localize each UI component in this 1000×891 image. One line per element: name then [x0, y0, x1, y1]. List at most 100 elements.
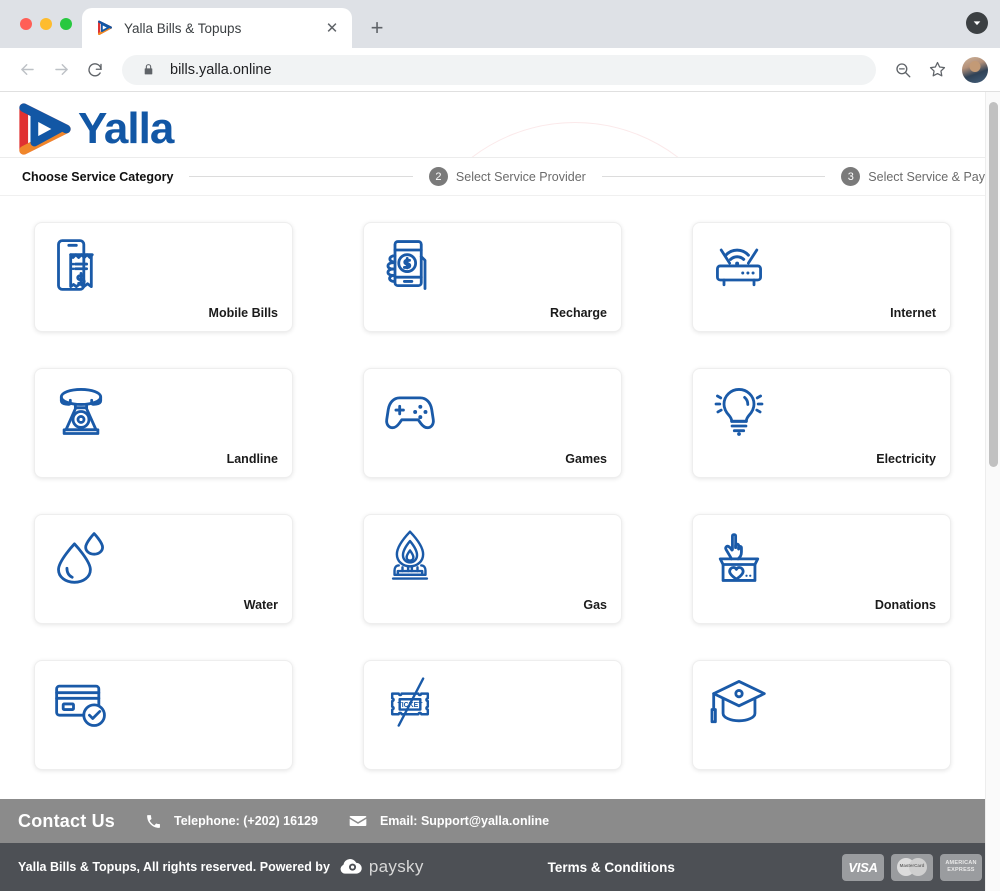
step-2-badge: 2 [428, 167, 448, 186]
donation-box-icon [709, 527, 769, 587]
tab-title: Yalla Bills & Topups [124, 20, 242, 36]
category-card-card-services[interactable] [34, 660, 293, 770]
mastercard-text: MasterCard [899, 863, 925, 868]
gas-flame-icon [380, 527, 440, 587]
logo-text: Yalla [78, 104, 174, 153]
paysky-cloud-icon [340, 858, 362, 874]
category-label: Water [243, 598, 278, 612]
phone-icon [145, 813, 162, 830]
payment-card-logos: VISA MasterCard AMERICAN EXPRESS [842, 853, 982, 881]
category-card-internet[interactable]: Internet [692, 222, 951, 332]
maximize-window-button[interactable] [60, 18, 72, 30]
lock-icon [136, 58, 160, 82]
wifi-router-icon [709, 235, 769, 295]
yalla-play-icon [19, 103, 71, 155]
step-1[interactable]: Choose Service Category [22, 170, 173, 184]
copyright-text: Yalla Bills & Topups, All rights reserve… [18, 860, 330, 874]
paysky-wordmark: paysky [368, 857, 424, 876]
category-card-mobile-bills[interactable]: Mobile Bills [34, 222, 293, 332]
step-divider-1 [189, 176, 413, 177]
site-footer: Yalla Bills & Topups, All rights reserve… [0, 843, 1000, 891]
page-scrollbar-thumb[interactable] [989, 102, 998, 467]
gamepad-icon [380, 381, 440, 441]
step-2[interactable]: 2 Select Service Provider [428, 167, 586, 186]
category-label: Electricity [876, 452, 936, 466]
terms-and-conditions-link[interactable]: Terms & Conditions [548, 860, 675, 875]
browser-tabstrip: Yalla Bills & Topups ✕ + [0, 0, 1000, 48]
mobile-bill-icon [51, 235, 111, 295]
address-bar[interactable]: bills.yalla.online [122, 54, 876, 85]
water-drop-icon [51, 527, 111, 587]
browser-toolbar: bills.yalla.online [0, 48, 1000, 92]
browser-tab[interactable]: Yalla Bills & Topups ✕ [82, 8, 352, 48]
contact-email-text: Email: Support@yalla.online [379, 814, 550, 828]
page-scrollbar[interactable] [985, 92, 1000, 891]
window-controls [12, 0, 82, 48]
footer-copyright: Yalla Bills & Topups, All rights reserve… [18, 857, 424, 877]
minimize-window-button[interactable] [40, 18, 52, 30]
visa-icon: VISA [842, 853, 884, 881]
contact-bar: Contact Us Telephone: (+202) 16129 Email… [0, 799, 1000, 843]
chevron-down-icon[interactable] [966, 12, 988, 34]
ticket-word: TICKET [398, 702, 424, 709]
reload-button[interactable] [80, 55, 110, 85]
mastercard-icon: MasterCard [891, 853, 933, 881]
amex-text: AMERICAN EXPRESS [945, 860, 977, 873]
envelope-icon [348, 811, 368, 831]
category-card-education[interactable] [692, 660, 951, 770]
category-card-landline[interactable]: Landline [34, 368, 293, 478]
category-card-donations[interactable]: Donations [692, 514, 951, 624]
ticket-icon: TICKET [380, 673, 440, 733]
service-category-section: Mobile Bills Recharge Internet Landline … [0, 196, 985, 770]
contact-email[interactable]: Email: Support@yalla.online [348, 811, 549, 831]
category-label: Recharge [550, 306, 607, 320]
paysky-logo[interactable]: paysky [338, 857, 424, 877]
category-label: Mobile Bills [208, 306, 278, 320]
contact-title: Contact Us [18, 810, 116, 831]
amex-icon: AMERICAN EXPRESS [940, 853, 982, 881]
avatar[interactable] [962, 56, 988, 83]
category-label: Landline [226, 452, 278, 466]
category-card-tickets[interactable]: TICKET [363, 660, 622, 770]
new-tab-button[interactable]: + [362, 13, 392, 43]
site-header: Yalla [0, 92, 985, 158]
contact-phone-text: Telephone: (+202) 16129 [174, 814, 318, 828]
tabstrip-menu[interactable] [966, 12, 988, 34]
category-card-electricity[interactable]: Electricity [692, 368, 951, 478]
step-1-label: Choose Service Category [22, 169, 174, 184]
service-category-grid: Mobile Bills Recharge Internet Landline … [34, 222, 951, 770]
back-button[interactable] [12, 55, 42, 85]
step-3[interactable]: 3 Select Service & Pay [841, 167, 985, 186]
star-icon[interactable] [922, 55, 952, 85]
step-2-label: Select Service Provider [455, 169, 586, 184]
step-divider-2 [601, 176, 826, 177]
category-card-recharge[interactable]: Recharge [363, 222, 622, 332]
page-viewport: Yalla Choose Service Category 2 Select S… [0, 92, 1000, 891]
hand-phone-money-icon [380, 235, 440, 295]
yalla-play-icon [96, 19, 114, 37]
site-logo[interactable]: Yalla [0, 92, 985, 157]
forward-button[interactable] [46, 55, 76, 85]
category-label: Internet [890, 306, 936, 320]
lightbulb-icon [709, 381, 769, 441]
visa-text: VISA [848, 859, 878, 875]
graduation-cap-icon [709, 673, 769, 733]
progress-stepper: Choose Service Category 2 Select Service… [0, 158, 985, 196]
credit-card-check-icon [51, 673, 111, 733]
category-label: Donations [874, 598, 936, 612]
close-icon[interactable]: ✕ [322, 18, 342, 38]
step-3-label: Select Service & Pay [868, 169, 985, 184]
contact-phone[interactable]: Telephone: (+202) 16129 [145, 813, 318, 830]
category-card-water[interactable]: Water [34, 514, 293, 624]
step-3-badge: 3 [841, 167, 861, 186]
category-card-gas[interactable]: Gas [363, 514, 622, 624]
close-window-button[interactable] [20, 18, 32, 30]
page-content: Yalla Choose Service Category 2 Select S… [0, 92, 985, 770]
category-label: Gas [583, 598, 607, 612]
search-minus-icon[interactable] [888, 55, 918, 85]
category-label: Games [565, 452, 607, 466]
url-text: bills.yalla.online [170, 61, 272, 78]
landline-phone-icon [51, 381, 111, 441]
category-card-games[interactable]: Games [363, 368, 622, 478]
mastercard-circles: MasterCard [897, 858, 927, 876]
